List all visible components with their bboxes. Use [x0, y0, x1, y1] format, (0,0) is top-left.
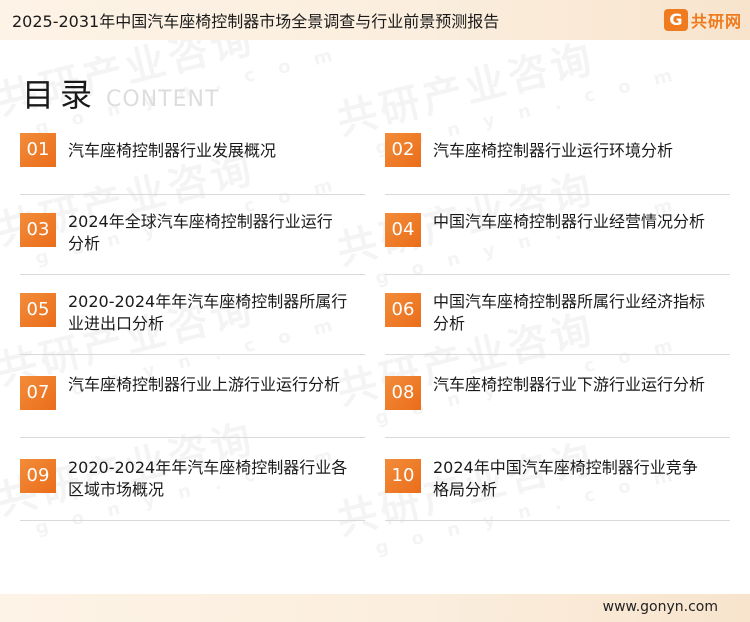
toc-item-number: 06 [385, 293, 421, 327]
toc-item-divider [385, 274, 730, 275]
toc-item-divider [20, 520, 365, 521]
footer-url[interactable]: www.gonyn.com [603, 599, 718, 615]
header-bar: 2025-2031年中国汽车座椅控制器市场全景调查与行业前景预测报告 G 共研网 [0, 0, 750, 40]
toc-title: 目录 [22, 76, 99, 114]
logo-text: 共研网 [690, 12, 742, 31]
toc-subtitle: CONTENT [106, 87, 220, 112]
toc-item-label: 汽车座椅控制器行业上游行业运行分析 [68, 375, 341, 394]
toc-item-number: 09 [20, 459, 56, 493]
toc-item-label: 汽车座椅控制器行业运行环境分析 [433, 141, 674, 160]
toc-item[interactable]: 02 汽车座椅控制器行业运行环境分析 [385, 133, 730, 195]
toc-item-divider [385, 437, 730, 438]
toc-item-divider [20, 354, 365, 355]
toc-item-label: 汽车座椅控制器行业发展概况 [68, 141, 277, 160]
toc-item-number: 05 [20, 293, 56, 327]
toc-item-label: 2024年中国汽车座椅控制器行业竞争格局分析 [433, 458, 698, 499]
toc-item-divider [20, 437, 365, 438]
toc-item-label: 中国汽车座椅控制器行业经营情况分析 [433, 212, 706, 231]
toc-item-number: 08 [385, 376, 421, 410]
toc-item-label: 2020-2024年年汽车座椅控制器所属行业进出口分析 [68, 292, 348, 333]
toc-item-label: 2020-2024年年汽车座椅控制器行业各区域市场概况 [68, 458, 348, 499]
logo: G 共研网 [663, 7, 742, 33]
toc-item-number: 01 [20, 133, 56, 167]
toc-item[interactable]: 06 中国汽车座椅控制器所属行业经济指标分析 [385, 292, 730, 355]
toc-item[interactable]: 05 2020-2024年年汽车座椅控制器所属行业进出口分析 [20, 292, 365, 355]
toc-item[interactable]: 01 汽车座椅控制器行业发展概况 [20, 133, 365, 195]
toc-item-label: 2024年全球汽车座椅控制器行业运行分析 [68, 212, 333, 253]
toc-item[interactable]: 04 中国汽车座椅控制器行业经营情况分析 [385, 212, 730, 275]
report-title: 2025-2031年中国汽车座椅控制器市场全景调查与行业前景预测报告 [12, 12, 500, 31]
toc-item-label: 汽车座椅控制器行业下游行业运行分析 [433, 375, 706, 394]
toc-item-divider [385, 194, 730, 195]
toc-item-number: 02 [385, 133, 421, 167]
toc-item-divider [20, 194, 365, 195]
toc-item-number: 03 [20, 213, 56, 247]
toc-item[interactable]: 09 2020-2024年年汽车座椅控制器行业各区域市场概况 [20, 458, 365, 521]
toc-item-divider [20, 274, 365, 275]
toc-item[interactable]: 03 2024年全球汽车座椅控制器行业运行分析 [20, 212, 365, 275]
toc-item[interactable]: 07 汽车座椅控制器行业上游行业运行分析 [20, 375, 365, 438]
logo-badge: G [663, 9, 688, 31]
toc-item[interactable]: 10 2024年中国汽车座椅控制器行业竞争格局分析 [385, 458, 730, 521]
toc-item[interactable]: 08 汽车座椅控制器行业下游行业运行分析 [385, 375, 730, 438]
toc-item-divider [385, 354, 730, 355]
toc-item-number: 04 [385, 213, 421, 247]
footer-bar: www.gonyn.com [0, 594, 750, 622]
toc-item-label: 中国汽车座椅控制器所属行业经济指标分析 [433, 292, 706, 333]
toc-item-number: 10 [385, 459, 421, 493]
toc-item-divider [385, 520, 730, 521]
toc-item-number: 07 [20, 376, 56, 410]
toc-heading: 目录 CONTENT [22, 70, 219, 116]
